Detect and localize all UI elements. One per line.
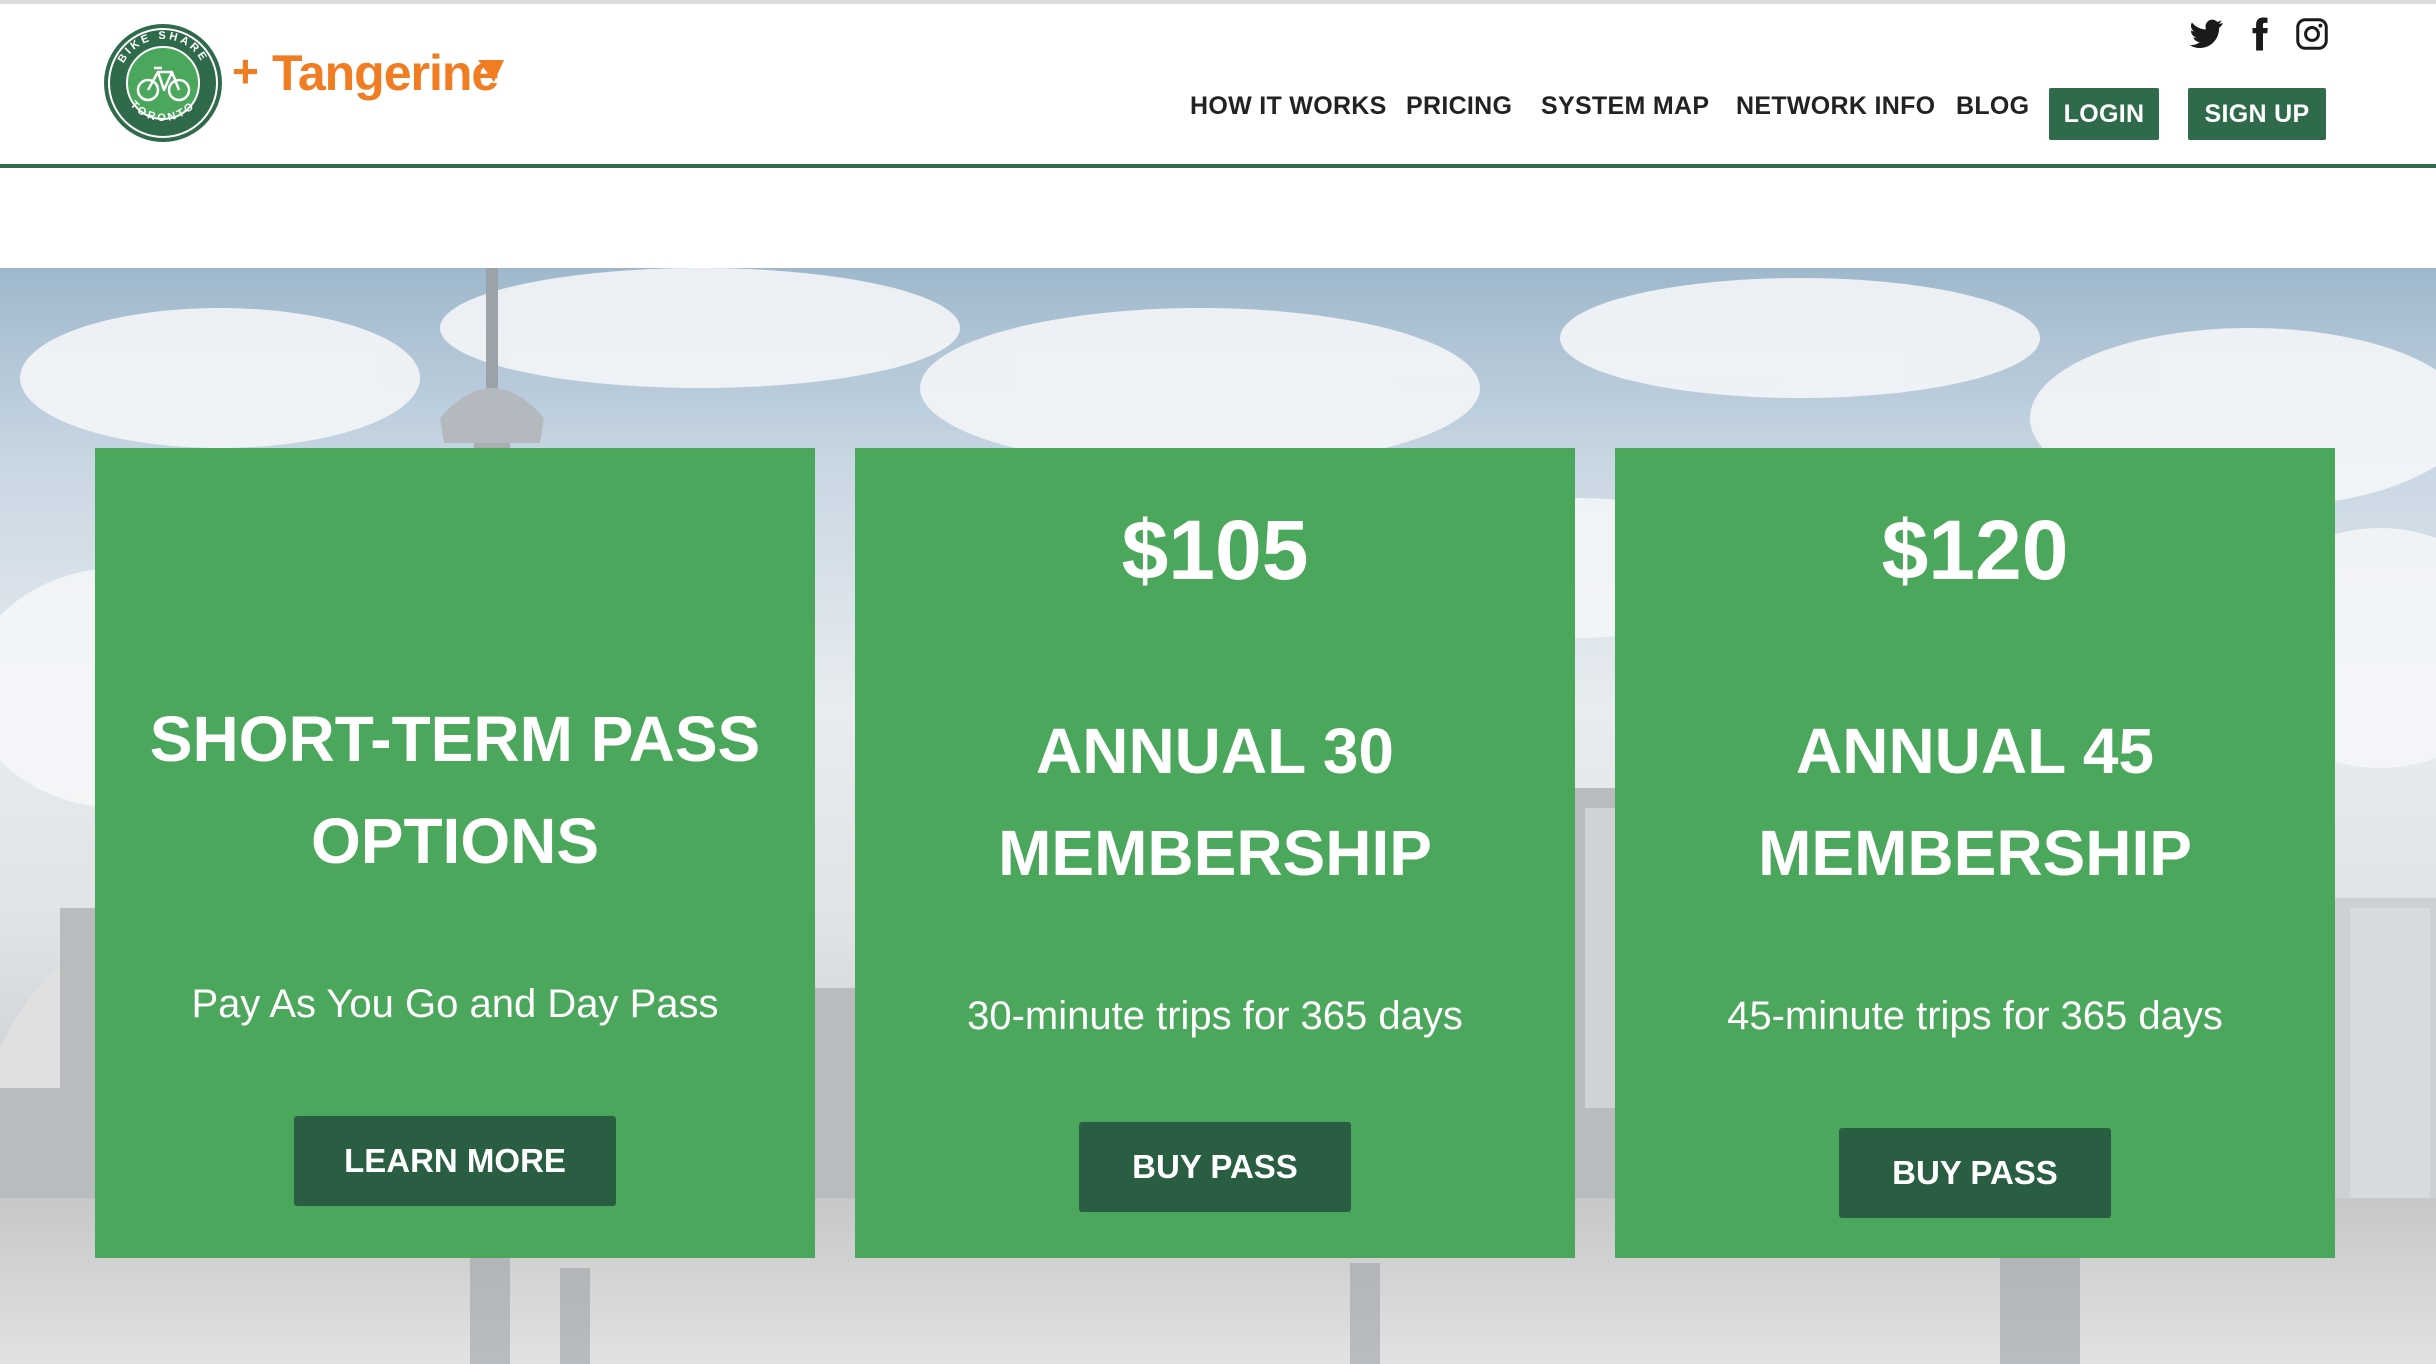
pricing-card-annual-45: $120 ANNUAL 45 MEMBERSHIP 45-minute trip… [1615,448,2335,1258]
logo-plus: + [232,45,259,97]
twitter-icon[interactable] [2188,16,2224,52]
card-title-line-1: SHORT-TERM PASS [149,703,761,775]
login-button[interactable]: LOGIN [2049,88,2159,140]
tangerine-wordmark: Tangerine [272,45,499,101]
card-title-line-2: MEMBERSHIP [998,817,1432,889]
buy-pass-button-annual-30[interactable]: BUY PASS [1079,1122,1351,1212]
buy-pass-button-annual-45[interactable]: BUY PASS [1839,1128,2111,1218]
learn-more-button[interactable]: LEARN MORE [294,1116,616,1206]
site-header: BIKE SHARE TORONTO + Tangerine HOW IT WO… [0,4,2436,168]
card-title: ANNUAL 30 MEMBERSHIP [855,700,1575,904]
facebook-icon[interactable] [2242,16,2278,52]
pricing-card-short-term: SHORT-TERM PASS OPTIONS Pay As You Go an… [95,448,815,1258]
card-subtitle: Pay As You Go and Day Pass [191,982,719,1026]
card-subtitle: 45-minute trips for 365 days [1727,994,2223,1038]
card-title-line-2: OPTIONS [310,805,600,877]
instagram-icon[interactable] [2294,16,2330,52]
sign-up-button[interactable]: SIGN UP [2188,88,2326,140]
tangerine-triangle-icon [478,60,504,82]
card-subtitle: 30-minute trips for 365 days [967,994,1463,1038]
nav-network-info[interactable]: NETWORK INFO [1736,92,1935,132]
card-title-line-1: ANNUAL 45 [1796,715,2154,787]
card-title: SHORT-TERM PASS OPTIONS [95,688,815,892]
card-price: $120 [1881,503,2069,597]
card-title-line-1: ANNUAL 30 [1036,715,1394,787]
nav-system-map[interactable]: SYSTEM MAP [1541,92,1709,132]
card-price: $105 [1121,503,1309,597]
site-logo[interactable]: BIKE SHARE TORONTO + Tangerine [102,22,522,144]
card-title: ANNUAL 45 MEMBERSHIP [1615,700,2335,904]
nav-pricing[interactable]: PRICING [1406,92,1512,132]
nav-blog[interactable]: BLOG [1956,92,2029,132]
nav-how-it-works[interactable]: HOW IT WORKS [1190,92,1387,132]
bike-share-toronto-badge-icon: BIKE SHARE TORONTO [104,24,222,142]
card-title-line-2: MEMBERSHIP [1758,817,2192,889]
pricing-card-annual-30: $105 ANNUAL 30 MEMBERSHIP 30-minute trip… [855,448,1575,1258]
